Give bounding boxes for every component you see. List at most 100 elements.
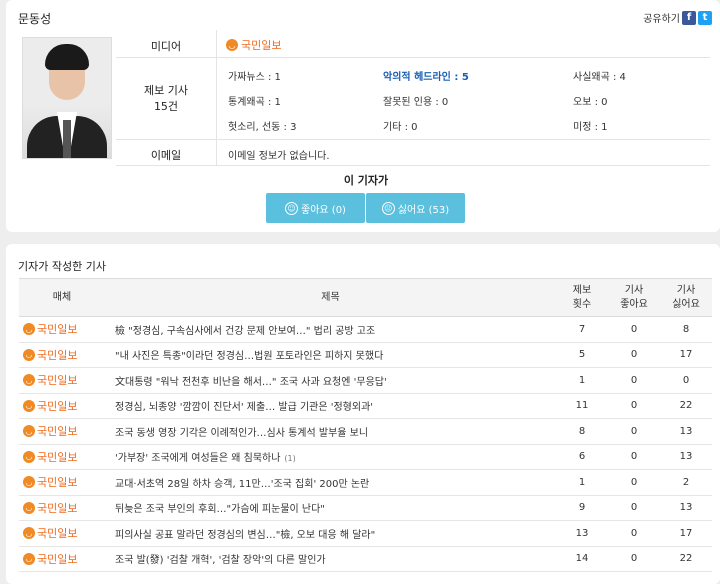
table-row[interactable]: ◡ 국민일보 정경심, 뇌종양 '깜깜이 진단서' 제출… 발급 기관은 '정형외과… <box>19 393 712 419</box>
articles-card: 기자가 작성한 기사 매체 제목 제보 횟수 기사 좋아요 기사 싫어요 ◡ 국민… <box>6 244 720 584</box>
row-likes: 0 <box>608 520 660 547</box>
stat-misreport: 오보 : 0 <box>573 97 608 108</box>
row-reports: 8 <box>556 418 608 445</box>
row-likes: 0 <box>608 393 660 419</box>
row-likes: 0 <box>608 495 660 521</box>
row-media[interactable]: ◡ 국민일보 <box>19 342 105 368</box>
row-title[interactable]: 文대통령 "워낙 전천후 비난을 해서…" 조국 사과 요청엔 '무응답' <box>105 367 556 394</box>
media-logo-icon: ◡ <box>23 323 35 336</box>
smile-icon: ☺ <box>285 201 299 215</box>
row-reports: 1 <box>556 367 608 394</box>
table-row[interactable]: ◡ 국민일보 "내 사진은 특종"이라던 정경심…법원 포토라인은 피하지 못했다 5… <box>19 342 712 368</box>
row-reports: 13 <box>556 520 608 547</box>
media-logo-icon: ◡ <box>23 348 35 361</box>
row-dislikes: 17 <box>660 342 712 368</box>
row-dislikes: 22 <box>660 393 712 419</box>
row-media[interactable]: ◡ 국민일보 <box>19 418 105 445</box>
reporter-photo <box>22 37 112 159</box>
row-title[interactable]: 조국 동생 영장 기각은 이례적인가…심사 통계석 발부율 보니 <box>105 418 556 445</box>
row-likes: 0 <box>608 469 660 496</box>
share-bar: 공유하기 f t <box>643 10 712 25</box>
row-media[interactable]: ◡ 국민일보 <box>19 367 105 394</box>
table-row[interactable]: ◡ 국민일보 檢 "정경심, 구속심사에서 건강 문제 안보여…" 법리 공방 고조… <box>19 316 712 343</box>
media-logo-icon: ◡ <box>23 476 35 489</box>
reporter-name: 문동성 <box>18 12 52 26</box>
col-title: 제목 <box>105 278 556 317</box>
table-row[interactable]: ◡ 국민일보 조국 동생 영장 기각은 이례적인가…심사 통계석 발부율 보니 8 0 1… <box>19 418 712 445</box>
media-logo-icon: ◡ <box>23 450 35 463</box>
table-row[interactable]: ◡ 국민일보 뒤늦은 조국 부인의 후회…"가슴에 피눈물이 난다" 9 0 13 <box>19 495 712 521</box>
row-reports: 6 <box>556 444 608 470</box>
table-row[interactable]: ◡ 국민일보 교대·서초역 28일 하차 승객, 11만…'조국 집회' 200만 … <box>19 469 712 496</box>
row-dislikes: 0 <box>660 367 712 394</box>
row-likes: 0 <box>608 546 660 572</box>
row-dislikes: 13 <box>660 495 712 521</box>
row-media[interactable]: ◡ 국민일보 <box>19 393 105 419</box>
row-reports: 7 <box>556 316 608 343</box>
col-likes: 기사 좋아요 <box>608 278 660 317</box>
media-value[interactable]: ◡ 국민일보 <box>226 37 281 53</box>
stat-fact-distortion: 사실왜곡 : 4 <box>573 72 626 83</box>
row-dislikes: 8 <box>660 316 712 343</box>
twitter-icon[interactable]: t <box>698 10 712 25</box>
row-reports: 9 <box>556 495 608 521</box>
report-label: 제보 기사 15건 <box>144 84 188 113</box>
stat-undecided: 미정 : 1 <box>573 122 608 133</box>
reporter-card: 문동성 공유하기 f t 미디어 ◡ 국민일보 제보 기사 15건 가짜뉴스 : 1… <box>6 0 720 232</box>
row-dislikes: 13 <box>660 418 712 445</box>
vote-title: 이 기자가 <box>343 174 389 187</box>
row-media[interactable]: ◡ 국민일보 <box>19 495 105 521</box>
email-label: 이메일 <box>150 149 182 162</box>
row-likes: 0 <box>608 342 660 368</box>
media-logo-icon: ◡ <box>23 501 35 514</box>
stat-nonsense: 헛소리, 선동 : 3 <box>228 122 297 133</box>
table-row[interactable]: ◡ 국민일보 조국 발(發) '검찰 개혁', '검찰 장악'의 다른 말인가 14 0… <box>19 546 712 572</box>
row-dislikes: 17 <box>660 520 712 547</box>
media-logo-icon: ◡ <box>23 552 35 565</box>
table-row[interactable]: ◡ 국민일보 '가부장' 조국에게 여성들은 왜 침묵하나 (1) 6 0 13 <box>19 444 712 470</box>
media-logo-icon: ◡ <box>23 399 35 412</box>
row-reports: 14 <box>556 546 608 572</box>
row-title[interactable]: 뒤늦은 조국 부인의 후회…"가슴에 피눈물이 난다" <box>105 495 556 521</box>
row-media[interactable]: ◡ 국민일보 <box>19 546 105 572</box>
facebook-icon[interactable]: f <box>682 10 696 25</box>
share-label: 공유하기 <box>643 14 680 25</box>
row-title[interactable]: "내 사진은 특종"이라던 정경심…법원 포토라인은 피하지 못했다 <box>105 342 556 368</box>
articles-table: 매체 제목 제보 횟수 기사 좋아요 기사 싫어요 ◡ 국민일보 檢 "정경심, 구… <box>19 278 712 572</box>
row-title[interactable]: 정경심, 뇌종양 '깜깜이 진단서' 제출… 발급 기관은 '정형외과' <box>105 393 556 419</box>
row-likes: 0 <box>608 418 660 445</box>
row-dislikes: 13 <box>660 444 712 470</box>
row-title[interactable]: 조국 발(發) '검찰 개혁', '검찰 장악'의 다른 말인가 <box>105 546 556 572</box>
row-title[interactable]: 교대·서초역 28일 하차 승객, 11만…'조국 집회' 200만 논란 <box>105 469 556 496</box>
row-media[interactable]: ◡ 국민일보 <box>19 520 105 547</box>
row-title[interactable]: '가부장' 조국에게 여성들은 왜 침묵하나 (1) <box>105 444 556 470</box>
row-media[interactable]: ◡ 국민일보 <box>19 444 105 470</box>
media-label: 미디어 <box>150 40 182 53</box>
media-logo-icon: ◡ <box>23 374 35 387</box>
col-dislikes: 기사 싫어요 <box>660 278 712 317</box>
col-media: 매체 <box>19 278 105 317</box>
stat-wrong-quote: 잘못된 인용 : 0 <box>383 97 449 108</box>
row-media[interactable]: ◡ 국민일보 <box>19 469 105 496</box>
row-dislikes: 22 <box>660 546 712 572</box>
row-title[interactable]: 檢 "정경심, 구속심사에서 건강 문제 안보여…" 법리 공방 고조 <box>105 316 556 343</box>
row-dislikes: 2 <box>660 469 712 496</box>
media-logo-icon: ◡ <box>23 425 35 438</box>
table-row[interactable]: ◡ 국민일보 文대통령 "워낙 전천후 비난을 해서…" 조국 사과 요청엔 '무응… <box>19 367 712 394</box>
row-reports: 5 <box>556 342 608 368</box>
col-reports: 제보 횟수 <box>556 278 608 317</box>
media-logo-icon: ◡ <box>23 527 35 540</box>
row-likes: 0 <box>608 367 660 394</box>
row-title[interactable]: 피의사실 공표 말라던 정경심의 변심…"檢, 오보 대응 해 달라" <box>105 520 556 547</box>
row-reports: 11 <box>556 393 608 419</box>
table-row[interactable]: ◡ 국민일보 피의사실 공표 말라던 정경심의 변심…"檢, 오보 대응 해 달라"… <box>19 520 712 547</box>
media-logo-icon: ◡ <box>226 39 238 51</box>
like-button[interactable]: ☺ 좋아요 (0) <box>266 193 365 223</box>
email-value: 이메일 정보가 없습니다. <box>228 151 330 162</box>
row-likes: 0 <box>608 316 660 343</box>
row-reports: 1 <box>556 469 608 496</box>
stat-other: 기타 : 0 <box>383 122 418 133</box>
row-likes: 0 <box>608 444 660 470</box>
dislike-button[interactable]: ☹ 싫어요 (53) <box>366 193 465 223</box>
row-media[interactable]: ◡ 국민일보 <box>19 316 105 343</box>
